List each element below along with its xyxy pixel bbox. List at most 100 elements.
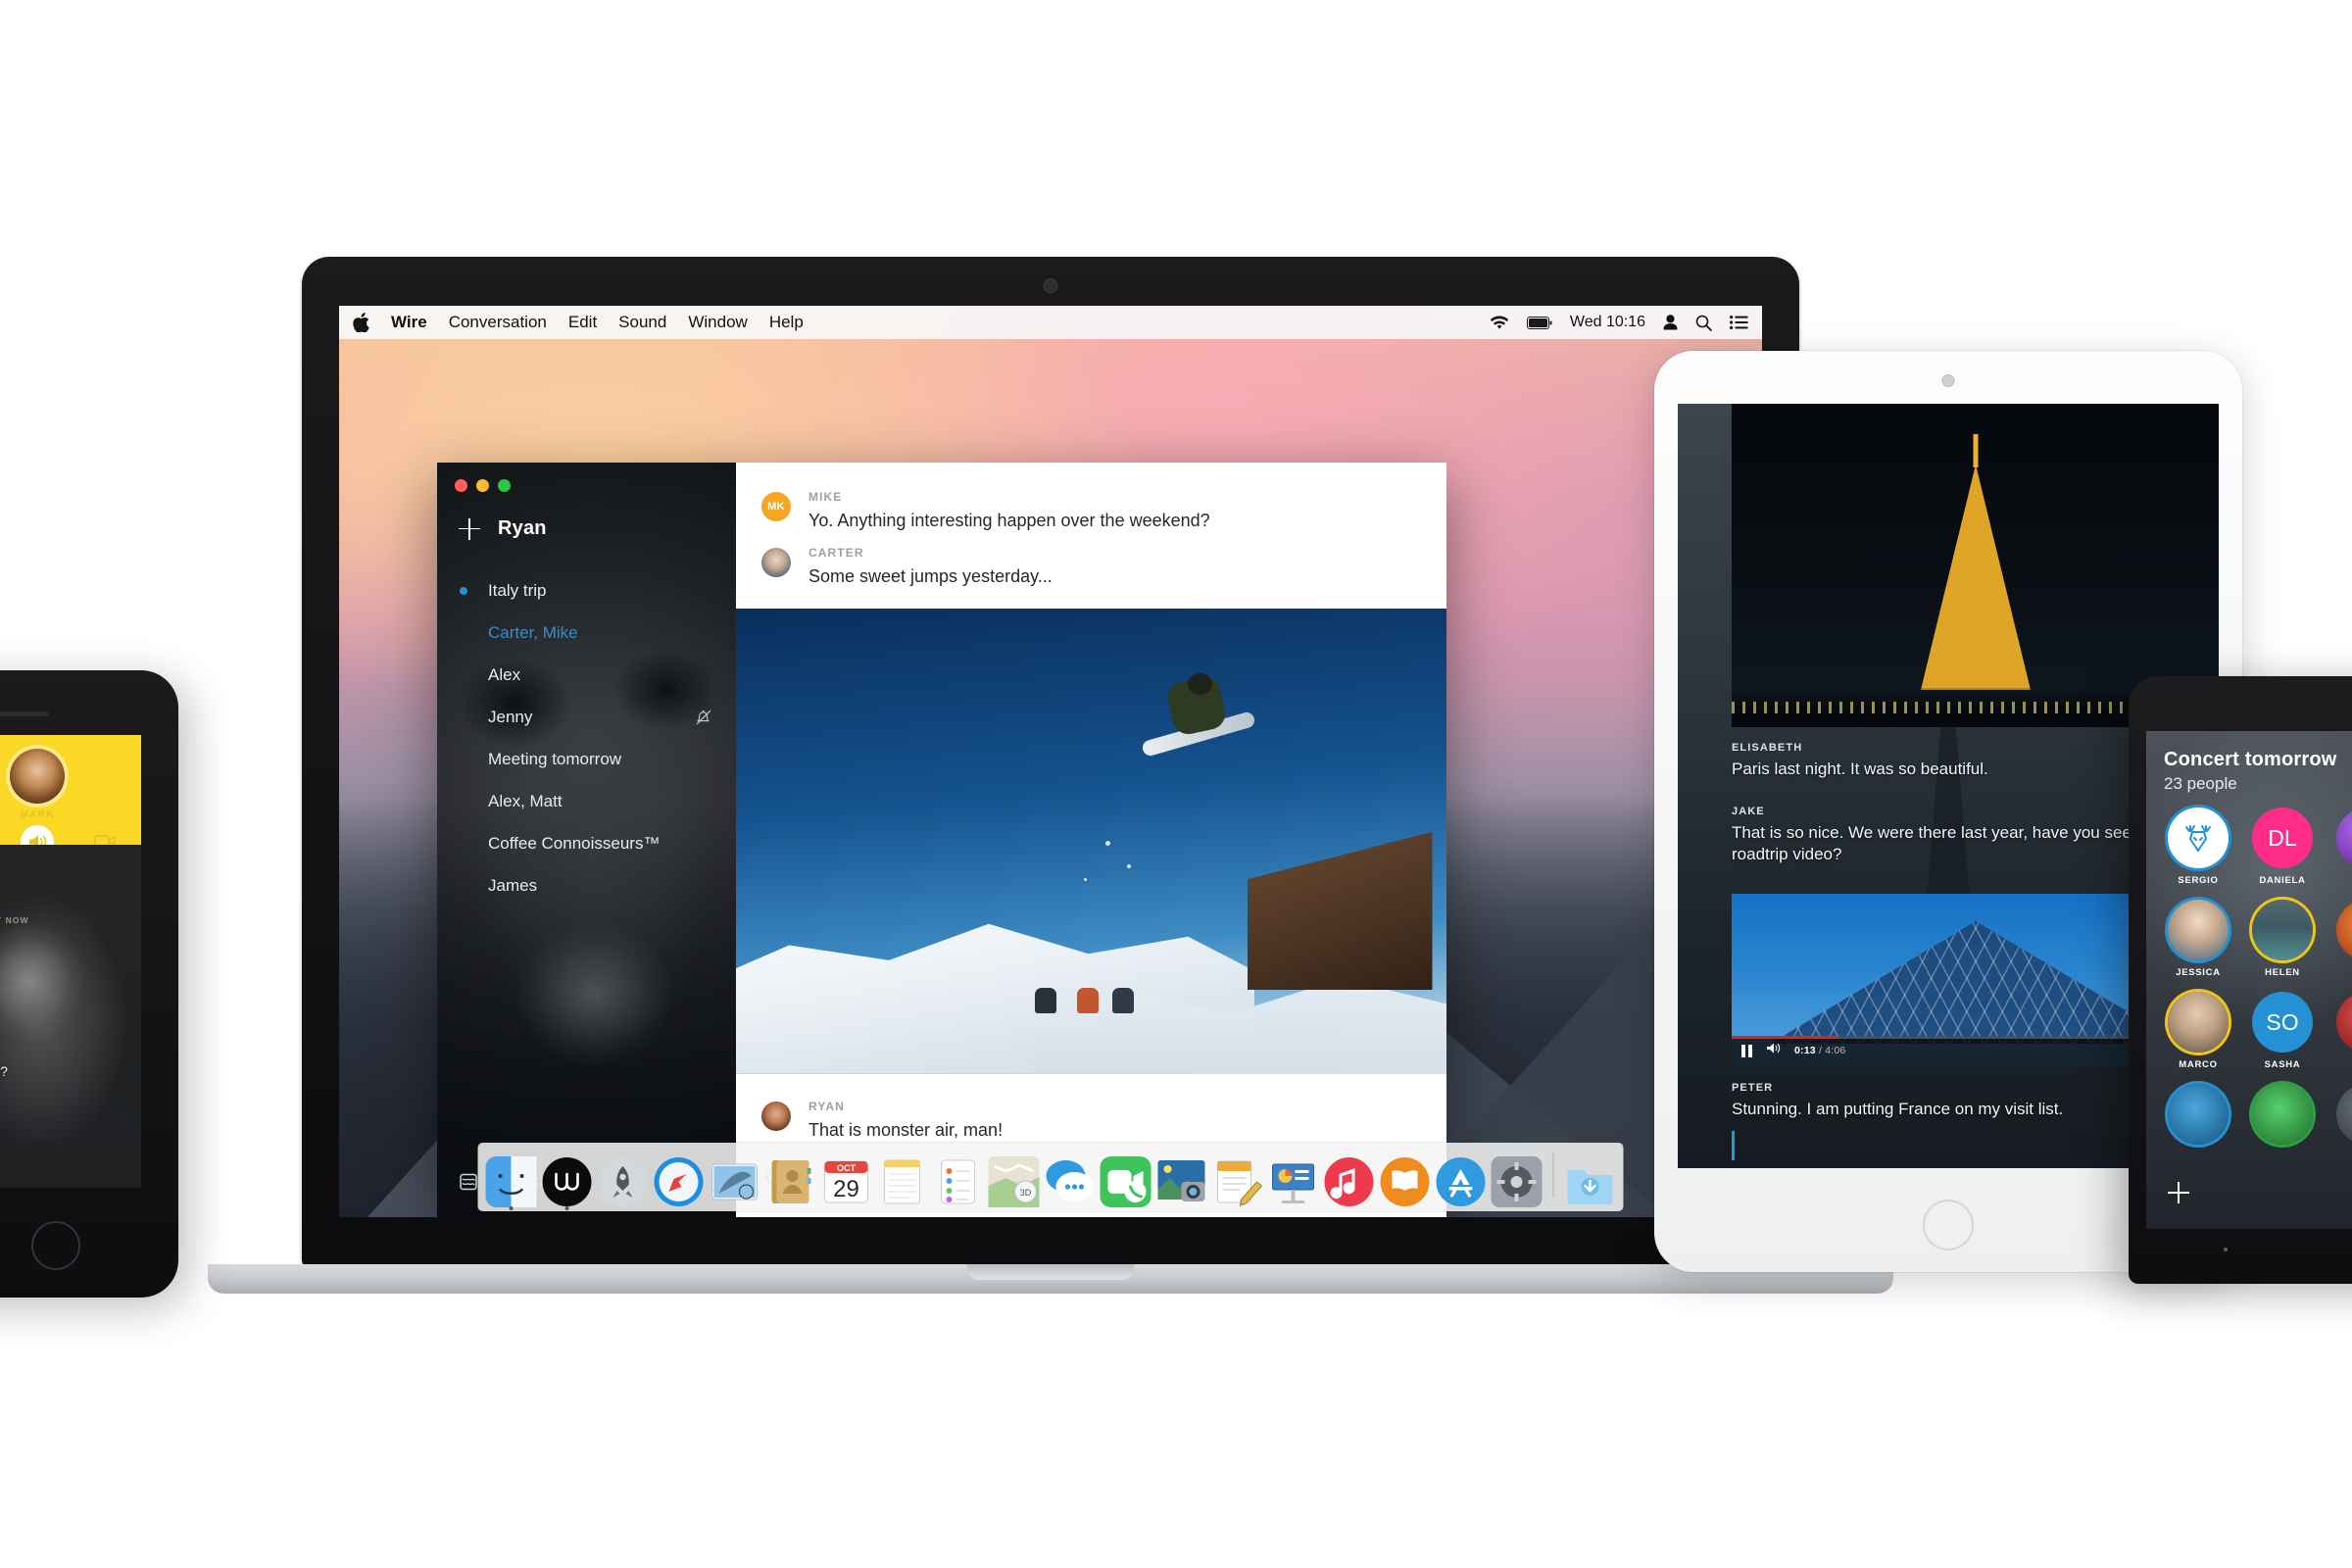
participant-partial-1[interactable] bbox=[2328, 808, 2352, 886]
conversation-item-james[interactable]: James bbox=[437, 864, 736, 906]
android-nav-bar bbox=[2146, 1229, 2352, 1270]
pause-icon[interactable] bbox=[1741, 1044, 1752, 1057]
launchpad-icon[interactable] bbox=[598, 1156, 649, 1207]
iphone-device: MARK eat venue. Really good nd great aud… bbox=[0, 670, 178, 1298]
menu-wire[interactable]: Wire bbox=[391, 313, 427, 332]
minimize-button[interactable] bbox=[476, 479, 489, 492]
facetime-icon[interactable] bbox=[1100, 1156, 1152, 1207]
apple-logo-icon[interactable] bbox=[353, 313, 369, 332]
itunes-icon[interactable] bbox=[1324, 1156, 1375, 1207]
snowboarder-figure bbox=[1141, 673, 1257, 766]
messages-icon[interactable] bbox=[1045, 1156, 1096, 1207]
close-button[interactable] bbox=[455, 479, 467, 492]
avatar bbox=[2252, 900, 2313, 960]
participant-sasha[interactable]: SO SASHA bbox=[2244, 992, 2321, 1070]
finder-icon[interactable] bbox=[485, 1156, 537, 1210]
volume-icon[interactable] bbox=[1766, 1042, 1781, 1059]
message-sender: MIKE bbox=[808, 490, 843, 504]
avatar bbox=[2168, 808, 2229, 868]
conversation-item-carter-mike[interactable]: Carter, Mike bbox=[437, 612, 736, 654]
android-nav-dot[interactable] bbox=[2223, 1248, 2228, 1251]
menu-sound[interactable]: Sound bbox=[618, 313, 666, 332]
participant-sergio[interactable]: SERGIO bbox=[2160, 808, 2236, 886]
avatar[interactable]: MK bbox=[761, 492, 791, 521]
iphone-home-button[interactable] bbox=[31, 1221, 80, 1270]
notes-icon[interactable] bbox=[877, 1156, 928, 1207]
participant-name: HELEN bbox=[2265, 967, 2300, 978]
video-current-time: 0:13 bbox=[1794, 1045, 1816, 1056]
participant-partial-3[interactable] bbox=[2328, 992, 2352, 1070]
safari-icon[interactable] bbox=[654, 1156, 705, 1207]
participant-daniela[interactable]: DL DANIELA bbox=[2244, 808, 2321, 886]
deer-icon bbox=[2185, 825, 2211, 853]
maps-icon[interactable]: 3D bbox=[988, 1156, 1040, 1207]
avatar[interactable] bbox=[761, 1101, 791, 1131]
conversation-item-meeting-tomorrow[interactable]: Meeting tomorrow bbox=[437, 738, 736, 780]
menu-window[interactable]: Window bbox=[688, 313, 747, 332]
conversation-item-italy-trip[interactable]: Italy trip bbox=[437, 569, 736, 612]
menu-conversation[interactable]: Conversation bbox=[449, 313, 547, 332]
ibooks-icon[interactable] bbox=[1380, 1156, 1431, 1207]
message-text: Yo. Anything interesting happen over the… bbox=[808, 511, 1210, 530]
plus-icon[interactable] bbox=[459, 517, 480, 540]
macbook-screen: Wire Conversation Edit Sound Window Help… bbox=[339, 306, 1762, 1217]
participant-helen[interactable]: HELEN bbox=[2244, 900, 2321, 978]
user-icon[interactable] bbox=[1663, 315, 1678, 330]
keynote-icon[interactable] bbox=[1268, 1156, 1319, 1207]
conversation-label: Carter, Mike bbox=[488, 622, 578, 642]
search-icon[interactable] bbox=[1695, 315, 1712, 331]
message-sender: RYAN bbox=[808, 1099, 845, 1113]
dock-divider bbox=[1552, 1152, 1554, 1198]
participant-name: SERGIO bbox=[2178, 875, 2219, 886]
pages-icon[interactable] bbox=[1212, 1156, 1263, 1207]
message-text: That is monster air, man! bbox=[808, 1119, 1004, 1140]
macbook-lid: Wire Conversation Edit Sound Window Help… bbox=[302, 257, 1799, 1266]
conversation-item-coffee-connoisseurs[interactable]: Coffee Connoisseurs™ bbox=[437, 822, 736, 864]
contacts-icon[interactable] bbox=[765, 1156, 816, 1207]
conversation-item-alex-matt[interactable]: Alex, Matt bbox=[437, 780, 736, 822]
avatar bbox=[2336, 900, 2352, 960]
conversation-item-alex[interactable]: Alex bbox=[437, 654, 736, 696]
wifi-icon[interactable] bbox=[1490, 315, 1509, 330]
reminders-icon[interactable] bbox=[933, 1156, 984, 1207]
menu-help[interactable]: Help bbox=[769, 313, 804, 332]
ipad-home-button[interactable] bbox=[1923, 1200, 1974, 1250]
system-preferences-icon[interactable] bbox=[1491, 1156, 1543, 1207]
product-composite-scene: Wire Conversation Edit Sound Window Help… bbox=[0, 0, 2352, 1568]
avatar[interactable] bbox=[761, 547, 791, 577]
calendar-icon[interactable]: OCT 29 bbox=[821, 1156, 872, 1207]
wire-icon[interactable] bbox=[542, 1156, 593, 1210]
menubar-clock[interactable]: Wed 10:16 bbox=[1570, 314, 1645, 331]
svg-text:3D: 3D bbox=[1020, 1188, 1032, 1198]
appstore-icon[interactable] bbox=[1436, 1156, 1487, 1207]
downloads-folder-icon[interactable] bbox=[1565, 1156, 1616, 1207]
participant-marco[interactable]: MARCO bbox=[2160, 992, 2236, 1070]
avatar: SO bbox=[2252, 992, 2313, 1053]
add-participant-button[interactable] bbox=[2168, 1182, 2189, 1203]
battery-icon[interactable] bbox=[1526, 316, 1552, 329]
participant-partial-6[interactable] bbox=[2328, 1084, 2352, 1152]
message-timestamp: JUST NOW bbox=[0, 915, 29, 925]
message-row: RYAN That is monster air, man! bbox=[736, 1094, 1446, 1150]
snowboarder-image-attachment[interactable] bbox=[736, 609, 1446, 1074]
conversation-pane: MK MIKE Yo. Anything interesting happen … bbox=[736, 463, 1446, 1217]
avatar bbox=[2168, 1084, 2229, 1145]
macos-dock: OCT 29 3D bbox=[477, 1143, 1624, 1211]
caller-name: MARK bbox=[20, 809, 55, 820]
macbook-lid-notch bbox=[967, 1264, 1134, 1280]
participant-partial-4[interactable] bbox=[2160, 1084, 2236, 1152]
list-icon[interactable] bbox=[1730, 316, 1748, 329]
mail-icon[interactable] bbox=[710, 1156, 760, 1207]
zoom-button[interactable] bbox=[498, 479, 511, 492]
participant-partial-5[interactable] bbox=[2244, 1084, 2321, 1152]
participant-partial-2[interactable] bbox=[2328, 900, 2352, 978]
participant-jessica[interactable]: JESSICA bbox=[2160, 900, 2236, 978]
conversation-label: Italy trip bbox=[488, 580, 547, 600]
conversation-item-jenny[interactable]: Jenny bbox=[437, 696, 736, 738]
participant-name: DANIELA bbox=[2259, 875, 2306, 886]
photos-icon[interactable] bbox=[1156, 1156, 1207, 1207]
self-profile-name[interactable]: Ryan bbox=[498, 517, 547, 540]
avatar bbox=[2336, 808, 2352, 868]
conversation-label: Coffee Connoisseurs™ bbox=[488, 833, 661, 853]
menu-edit[interactable]: Edit bbox=[568, 313, 597, 332]
